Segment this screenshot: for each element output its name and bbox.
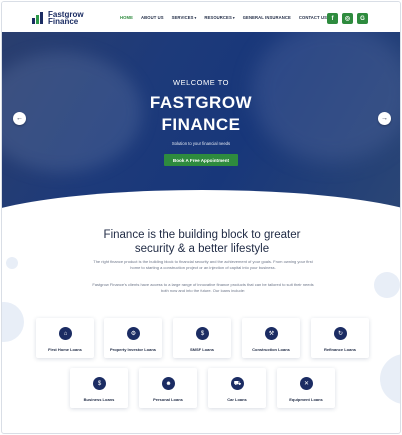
- arrow-right-icon[interactable]: →: [378, 112, 391, 125]
- nav-resources[interactable]: RESOURCES▾: [204, 15, 234, 20]
- arrow-left-icon[interactable]: ←: [13, 112, 26, 125]
- site-header: Fastgrow Finance HOME ABOUT US SERVICES▾…: [2, 2, 400, 32]
- nav-about-us[interactable]: ABOUT US: [141, 15, 164, 20]
- loan-card-refinance[interactable]: ↻ Refinance Loans: [311, 318, 369, 358]
- decor-circle: [380, 354, 400, 404]
- hero-welcome: WELCOME TO: [173, 78, 229, 87]
- person-icon: ☻: [162, 377, 175, 390]
- logo-name-line2: Finance: [48, 17, 79, 26]
- tools-icon: ✕: [300, 377, 313, 390]
- nav-services[interactable]: SERVICES▾: [172, 15, 197, 20]
- decor-circle: [374, 272, 400, 298]
- loan-card-property-investor[interactable]: ⚙ Property Investor Loans: [104, 318, 162, 358]
- loan-card-equipment[interactable]: ✕ Equipment Loans: [277, 368, 335, 408]
- intro-heading: Finance is the building block to greater…: [103, 229, 301, 255]
- car-icon: ⛟: [231, 377, 244, 390]
- loan-card-construction[interactable]: ⚒ Construction Loans: [242, 318, 300, 358]
- loan-card-personal[interactable]: ☻ Personal Loans: [139, 368, 197, 408]
- loan-card-smsf[interactable]: $ SMSF Loans: [173, 318, 231, 358]
- nav-contact-us[interactable]: CONTACT US: [299, 15, 327, 20]
- hero-slider: WELCOME TO FASTGROW FINANCE Solution to …: [2, 32, 400, 217]
- social-links: f ◎ G: [327, 13, 368, 24]
- logo[interactable]: Fastgrow Finance: [32, 11, 84, 26]
- book-appointment-button[interactable]: Book A Free Appointment: [164, 154, 238, 166]
- decor-circle: [2, 302, 24, 342]
- loan-card-business[interactable]: $ Business Loans: [70, 368, 128, 408]
- chevron-down-icon: ▾: [194, 16, 197, 20]
- decor-circle: [6, 257, 18, 269]
- money-hand-icon: $: [196, 327, 209, 340]
- bank-icon: ⌂: [59, 327, 72, 340]
- refresh-icon: ↻: [334, 327, 347, 340]
- nav-home[interactable]: HOME: [120, 15, 133, 20]
- google-icon[interactable]: G: [357, 13, 368, 24]
- logo-bars-icon: [32, 12, 45, 24]
- browser-page: Fastgrow Finance HOME ABOUT US SERVICES▾…: [1, 1, 401, 434]
- briefcase-money-icon: $: [93, 377, 106, 390]
- instagram-icon[interactable]: ◎: [342, 13, 353, 24]
- main-nav: HOME ABOUT US SERVICES▾ RESOURCES▾ GENER…: [120, 15, 327, 20]
- nav-general-insurance[interactable]: GENERAL INSURANCE: [243, 15, 291, 20]
- hero-title: FASTGROW FINANCE: [149, 93, 253, 134]
- hammer-icon: ⚒: [265, 327, 278, 340]
- facebook-icon[interactable]: f: [327, 13, 338, 24]
- loan-card-first-home[interactable]: ⌂ First Home Loans: [36, 318, 94, 358]
- hero-subtitle: Solution to your financial needs: [171, 141, 231, 146]
- house-gear-icon: ⚙: [127, 327, 140, 340]
- intro-paragraph-1: The right finance product is the buildin…: [93, 259, 313, 270]
- chevron-down-icon: ▾: [232, 16, 235, 20]
- intro-paragraph-2: Fastgrow Finance's clients have access t…: [92, 282, 314, 293]
- loan-card-car[interactable]: ⛟ Car Loans: [208, 368, 266, 408]
